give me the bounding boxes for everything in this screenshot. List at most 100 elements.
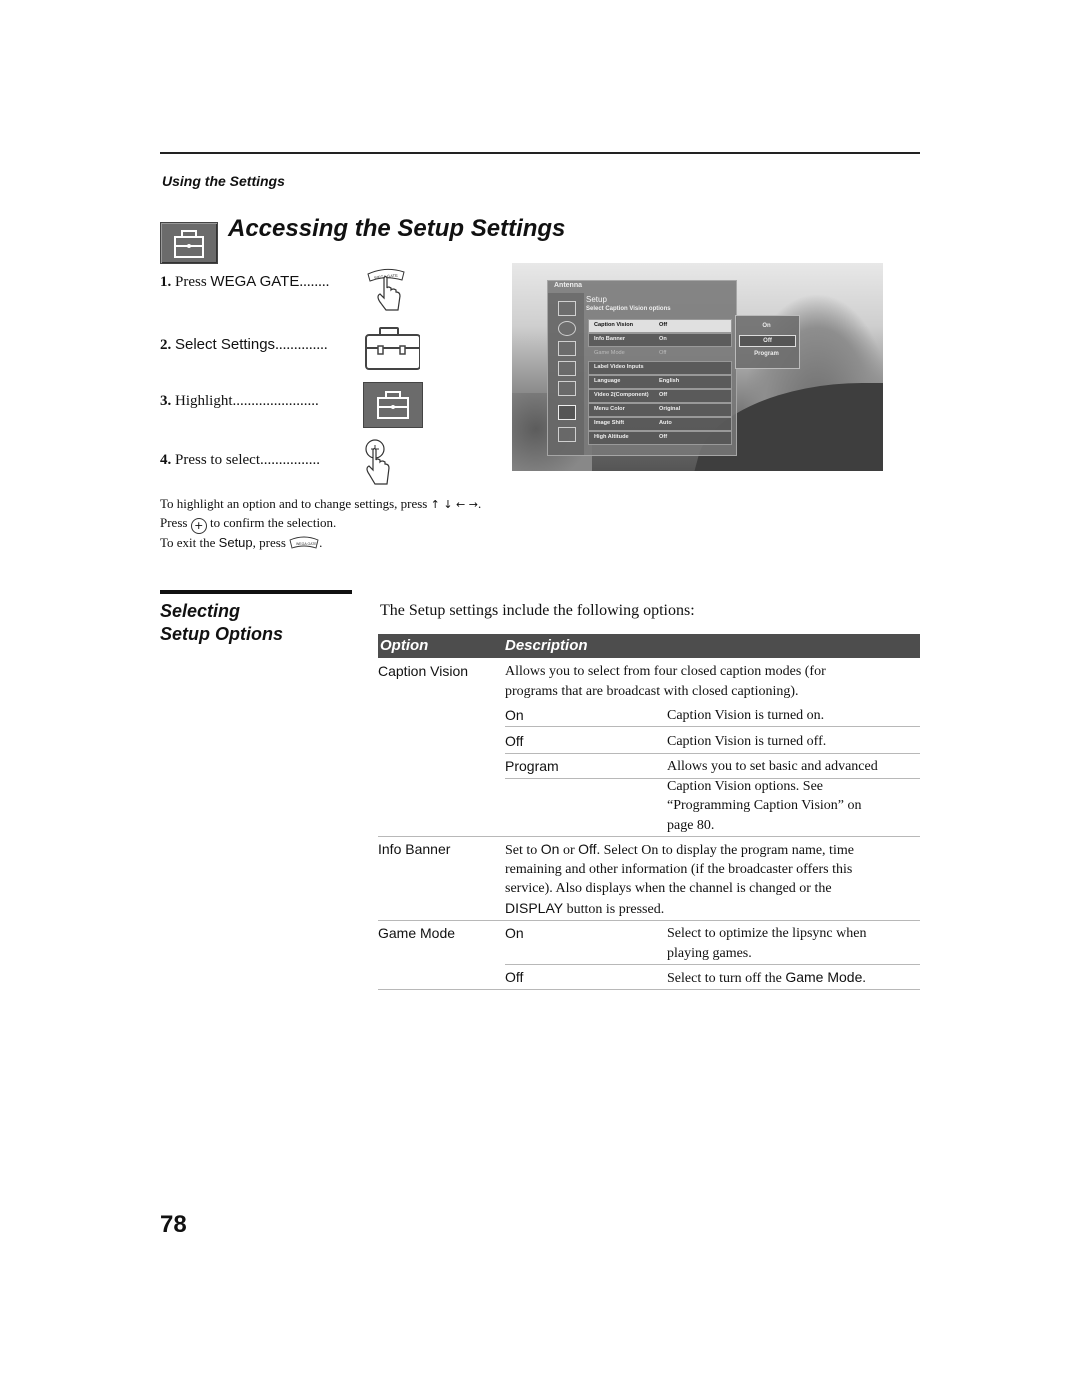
row-value: Off bbox=[659, 392, 668, 398]
tv-setup-screen: Antenna Setup Select Caption Vision opti… bbox=[512, 263, 883, 471]
menu-row-video2-component[interactable]: Video 2(Component) Off bbox=[588, 389, 732, 403]
toolbox-highlighted-icon bbox=[363, 382, 423, 428]
instruction-text: Press bbox=[160, 515, 188, 530]
instruction-line-3: To exit the Setup, press WEGA GATE . bbox=[160, 535, 322, 551]
page-number: 78 bbox=[160, 1211, 187, 1238]
option-desc-line: programs that are broadcast with closed … bbox=[505, 684, 799, 699]
picture-icon[interactable] bbox=[558, 301, 576, 316]
row-value: Original bbox=[659, 406, 681, 412]
suboption-desc: Select to optimize the lipsync when bbox=[667, 926, 867, 941]
text: Set to bbox=[505, 843, 541, 858]
step-text: Highlight bbox=[175, 393, 233, 409]
pip-icon[interactable] bbox=[558, 361, 576, 376]
menu-row-info-banner[interactable]: Info Banner On bbox=[588, 333, 732, 347]
suboption-value: On bbox=[505, 707, 524, 723]
menu-row-game-mode[interactable]: Game Mode Off bbox=[588, 347, 732, 361]
row-label: Game Mode bbox=[594, 350, 625, 356]
sound-icon[interactable] bbox=[558, 321, 576, 336]
suboption-desc: Caption Vision is turned on. bbox=[667, 708, 825, 723]
step-number: 3. bbox=[160, 393, 172, 409]
menu-title: Setup bbox=[586, 295, 607, 304]
step-number: 2. bbox=[160, 337, 172, 353]
toolbox-icon bbox=[160, 222, 218, 264]
menu-row-language[interactable]: Language English bbox=[588, 375, 732, 389]
option-desc-line: Allows you to select from four closed ca… bbox=[505, 664, 826, 679]
instruction-text: To exit the bbox=[160, 535, 216, 550]
text: button is pressed. bbox=[563, 902, 665, 917]
menu-row-caption-vision[interactable]: Caption Vision Off bbox=[588, 319, 732, 333]
menu-row-high-altitude[interactable]: High Altitude Off bbox=[588, 431, 732, 445]
option-desc-line: Set to On or Off. Select On to display t… bbox=[505, 840, 854, 861]
instruction-line-2: Press + to confirm the selection. bbox=[160, 515, 336, 534]
screen-icon[interactable] bbox=[558, 341, 576, 356]
row-label: Video 2(Component) bbox=[594, 392, 649, 398]
submenu-option-program[interactable]: Program bbox=[739, 349, 794, 359]
instruction-text: to confirm the selection. bbox=[209, 515, 337, 530]
section-title-line-2: Setup Options bbox=[160, 624, 283, 644]
row-value: English bbox=[659, 378, 680, 384]
option-desc-line: DISPLAY button is pressed. bbox=[505, 899, 664, 920]
step-1: 1. Press WEGA GATE........ bbox=[160, 273, 329, 291]
parent-lock-icon[interactable] bbox=[558, 381, 576, 396]
step-text: Press bbox=[175, 274, 211, 290]
header-description: Description bbox=[505, 637, 588, 654]
option-name: Caption Vision bbox=[378, 663, 469, 679]
row-label: Label Video Inputs bbox=[594, 364, 644, 370]
text: . bbox=[862, 971, 866, 986]
row-label: Info Banner bbox=[594, 336, 626, 342]
divider bbox=[505, 753, 920, 754]
row-label: Image Shift bbox=[594, 420, 625, 426]
step-3: 3. Highlight....................... bbox=[160, 393, 319, 410]
step-text: Press to select bbox=[175, 452, 260, 468]
suboption-desc: playing games. bbox=[667, 946, 752, 961]
toolbox-outline-icon bbox=[360, 326, 420, 376]
instruction-period: . bbox=[319, 535, 323, 550]
step-2: 2. Select Settings.............. bbox=[160, 336, 328, 354]
section-rule bbox=[160, 590, 352, 594]
page-title: Accessing the Setup Settings bbox=[228, 215, 566, 242]
suboption-value: Program bbox=[505, 758, 559, 774]
select-button-press-icon bbox=[360, 438, 420, 488]
menu-row-label-video-inputs[interactable]: Label Video Inputs bbox=[588, 361, 732, 375]
input-source-label: Antenna bbox=[554, 282, 582, 289]
option-desc-line: service). Also displays when the channel… bbox=[505, 881, 832, 896]
suboption-desc: Caption Vision options. See bbox=[667, 779, 824, 794]
header-rule bbox=[160, 152, 920, 154]
instruction-period: . bbox=[477, 496, 482, 511]
submenu-option-on[interactable]: On bbox=[739, 321, 794, 331]
channels-icon[interactable] bbox=[558, 427, 576, 442]
suboption-desc: page 80. bbox=[667, 818, 715, 833]
section-title: Selecting Setup Options bbox=[160, 600, 283, 646]
row-label: Caption Vision bbox=[594, 322, 634, 328]
divider bbox=[378, 836, 920, 837]
row-label: Language bbox=[594, 378, 621, 384]
step-leader: ........ bbox=[299, 274, 330, 290]
setup-toolbox-icon[interactable] bbox=[558, 405, 576, 420]
suboption-desc: Caption Vision is turned off. bbox=[667, 734, 827, 749]
suboption-value: Off bbox=[505, 733, 524, 749]
section-label: Using the Settings bbox=[162, 173, 285, 189]
text-game-mode: Game Mode bbox=[785, 969, 863, 985]
wega-gate-press-icon: WEGA GATE bbox=[360, 266, 420, 316]
suboption-desc: Select to turn off the Game Mode. bbox=[667, 968, 920, 989]
text: . Select On to display the program name,… bbox=[596, 843, 854, 858]
row-label: High Altitude bbox=[594, 434, 629, 440]
menu-row-menu-color[interactable]: Menu Color Original bbox=[588, 403, 732, 417]
menu-subtitle: Select Caption Vision options bbox=[586, 306, 671, 312]
text: or bbox=[559, 843, 579, 858]
step-4: 4. Press to select................ bbox=[160, 452, 320, 469]
step-number: 1. bbox=[160, 274, 172, 290]
step-leader: ....................... bbox=[232, 393, 319, 409]
divider bbox=[505, 726, 920, 727]
text: Select to turn off the bbox=[667, 971, 786, 986]
row-value: Auto bbox=[659, 420, 672, 426]
submenu-option-off[interactable]: Off bbox=[739, 335, 796, 347]
divider bbox=[505, 964, 920, 965]
step-leader: ................ bbox=[259, 452, 320, 468]
menu-row-image-shift[interactable]: Image Shift Auto bbox=[588, 417, 732, 431]
table-header: Option Description bbox=[378, 634, 920, 658]
text-on: On bbox=[540, 841, 560, 857]
suboption-desc: “Programming Caption Vision” on bbox=[667, 798, 862, 813]
option-name: Game Mode bbox=[378, 925, 456, 941]
instruction-text: , press bbox=[252, 535, 286, 550]
